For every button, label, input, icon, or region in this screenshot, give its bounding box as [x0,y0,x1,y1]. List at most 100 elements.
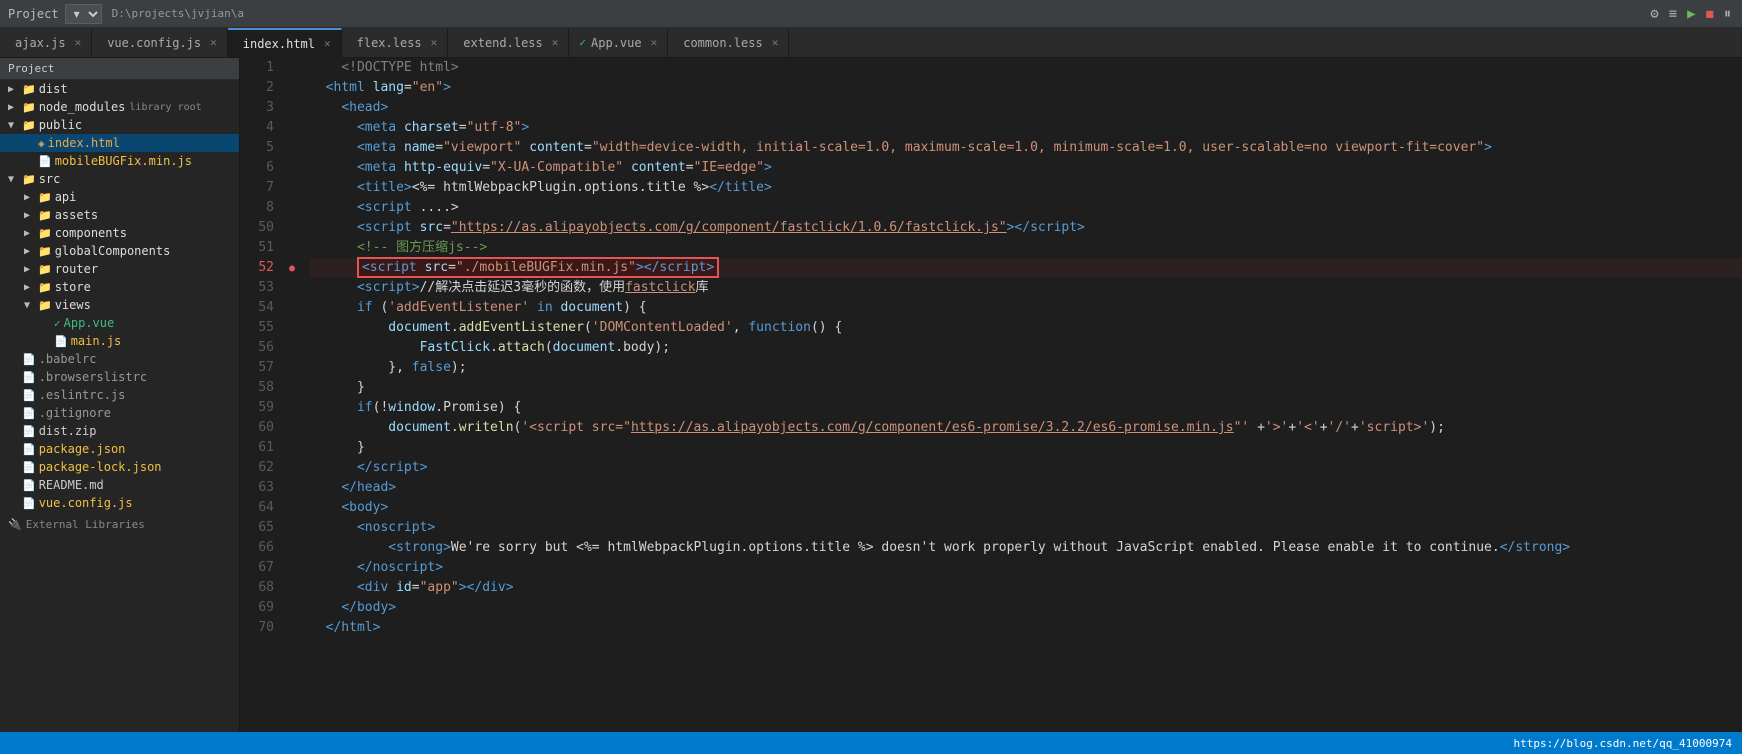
code-line-1: <!DOCTYPE html> [310,58,1742,78]
item-name: .eslintrc.js [39,388,126,402]
tab-ajax[interactable]: ajax.js ✕ [0,28,92,57]
sidebar-header[interactable]: Project [0,58,239,80]
code-line-54: if ('addEventListener' in document) { [310,298,1742,318]
tab-icon-app-vue: ✓ [579,36,586,49]
tab-close-index[interactable]: ✕ [324,37,331,50]
sidebar-item-dist-zip[interactable]: 📄dist.zip [0,422,239,440]
code-line-60: document.writeln('<script src="https://a… [310,418,1742,438]
run-icon[interactable]: ▶ [1684,4,1698,24]
stop-icon[interactable]: ◼ [1703,4,1717,24]
code-line-66: <strong>We're sorry but <%= htmlWebpackP… [310,538,1742,558]
gutter-line-67 [282,558,302,578]
code-line-57: }, false); [310,358,1742,378]
folder-icon: 📁 [38,299,52,312]
tab-common[interactable]: common.less ✕ [668,28,789,57]
sidebar-item--browserslistrc[interactable]: 📄.browserslistrc [0,368,239,386]
sidebar-item-node-modules[interactable]: ▶📁node_moduleslibrary root [0,98,239,116]
sidebar-item-globalComponents[interactable]: ▶📁globalComponents [0,242,239,260]
line-number-50: 50 [240,218,282,238]
tab-label-ajax: ajax.js [15,36,66,50]
sidebar-item-package-json[interactable]: 📄package.json [0,440,239,458]
sidebar-item--babelrc[interactable]: 📄.babelrc [0,350,239,368]
tab-label-flex: flex.less [357,36,422,50]
sidebar-item-index-html[interactable]: ◈index.html [0,134,239,152]
item-name: assets [55,208,98,222]
sidebar-item-views[interactable]: ▼📁views [0,296,239,314]
line-number-55: 55 [240,318,282,338]
sidebar-item-vue-config-js[interactable]: 📄vue.config.js [0,494,239,512]
item-name: src [39,172,61,186]
tab-close-ajax[interactable]: ✕ [75,36,82,49]
external-libs-label: External Libraries [26,518,145,531]
code-line-7: <title><%= htmlWebpackPlugin.options.tit… [310,178,1742,198]
status-url: https://blog.csdn.net/qq_41000974 [1513,737,1732,750]
item-name: README.md [39,478,104,492]
item-name: vue.config.js [39,496,133,510]
tab-close-flex[interactable]: ✕ [431,36,438,49]
sidebar-item-external-libs[interactable]: 🔌 External Libraries [0,516,239,533]
item-name: public [39,118,82,132]
editor[interactable]: 1234567850515253545556575859606162636465… [240,58,1742,732]
project-label: Project [8,7,59,21]
item-name: index.html [48,136,120,150]
sidebar-item-components[interactable]: ▶📁components [0,224,239,242]
folder-icon: 📁 [38,245,52,258]
project-dropdown[interactable]: ▾ [65,4,102,24]
tab-label-common: common.less [683,36,762,50]
arrow-public: ▼ [8,120,22,131]
sidebar-item-public[interactable]: ▼📁public [0,116,239,134]
item-name: store [55,280,91,294]
sidebar-item-router[interactable]: ▶📁router [0,260,239,278]
gutter-line-59 [282,398,302,418]
gutter-line-51 [282,238,302,258]
menu-icon[interactable]: ≡ [1666,4,1680,24]
line-number-59: 59 [240,398,282,418]
tab-close-app-vue[interactable]: ✕ [651,36,658,49]
sidebar-item-api[interactable]: ▶📁api [0,188,239,206]
sidebar-item-mobileBUGFix-min-js[interactable]: 📄mobileBUGFix.min.js [0,152,239,170]
sidebar-item-README-md[interactable]: 📄README.md [0,476,239,494]
gutter: ● [282,58,302,732]
sidebar-item-src[interactable]: ▼📁src [0,170,239,188]
tab-vue-config[interactable]: vue.config.js✕ [92,28,228,57]
line-number-1: 1 [240,58,282,78]
sidebar-item--gitignore[interactable]: 📄.gitignore [0,404,239,422]
tab-close-extend[interactable]: ✕ [552,36,559,49]
code-line-6: <meta http-equiv="X-UA-Compatible" conte… [310,158,1742,178]
tab-extend[interactable]: extend.less✕ [448,28,569,57]
gutter-line-2 [282,78,302,98]
sidebar-item-assets[interactable]: ▶📁assets [0,206,239,224]
external-libs-icon: 🔌 [8,518,22,531]
sidebar-item-App-vue[interactable]: ✓App.vue [0,314,239,332]
item-name: .babelrc [39,352,97,366]
gutter-line-64 [282,498,302,518]
pause-icon[interactable]: ⏸ [1721,4,1734,24]
tab-app-vue[interactable]: ✓App.vue✕ [569,28,668,57]
sidebar-item-main-js[interactable]: 📄main.js [0,332,239,350]
code-body: <!DOCTYPE html> <html lang="en"> <head> … [302,58,1742,732]
settings-icon[interactable]: ⚙ [1647,4,1661,24]
gutter-line-1 [282,58,302,78]
folder-icon: 📁 [38,191,52,204]
gutter-line-53 [282,278,302,298]
tab-close-vue-config[interactable]: ✕ [210,36,217,49]
tab-close-common[interactable]: ✕ [772,36,779,49]
line-number-52: 52 [240,258,282,278]
item-name: dist [39,82,68,96]
tab-index[interactable]: index.html✕ [228,28,342,57]
code-line-70: </html> [310,618,1742,638]
gutter-line-7 [282,178,302,198]
arrow-store: ▶ [24,282,38,293]
line-number-7: 7 [240,178,282,198]
item-name: mobileBUGFix.min.js [55,154,192,168]
tab-flex[interactable]: flex.less ✕ [342,28,449,57]
sidebar-item-dist[interactable]: ▶📁dist [0,80,239,98]
folder-icon: 📁 [38,263,52,276]
sidebar-item-package-lock-json[interactable]: 📄package-lock.json [0,458,239,476]
arrow-assets: ▶ [24,210,38,221]
code-line-58: } [310,378,1742,398]
gutter-line-54 [282,298,302,318]
gutter-line-65 [282,518,302,538]
sidebar-item--eslintrc-js[interactable]: 📄.eslintrc.js [0,386,239,404]
sidebar-item-store[interactable]: ▶📁store [0,278,239,296]
